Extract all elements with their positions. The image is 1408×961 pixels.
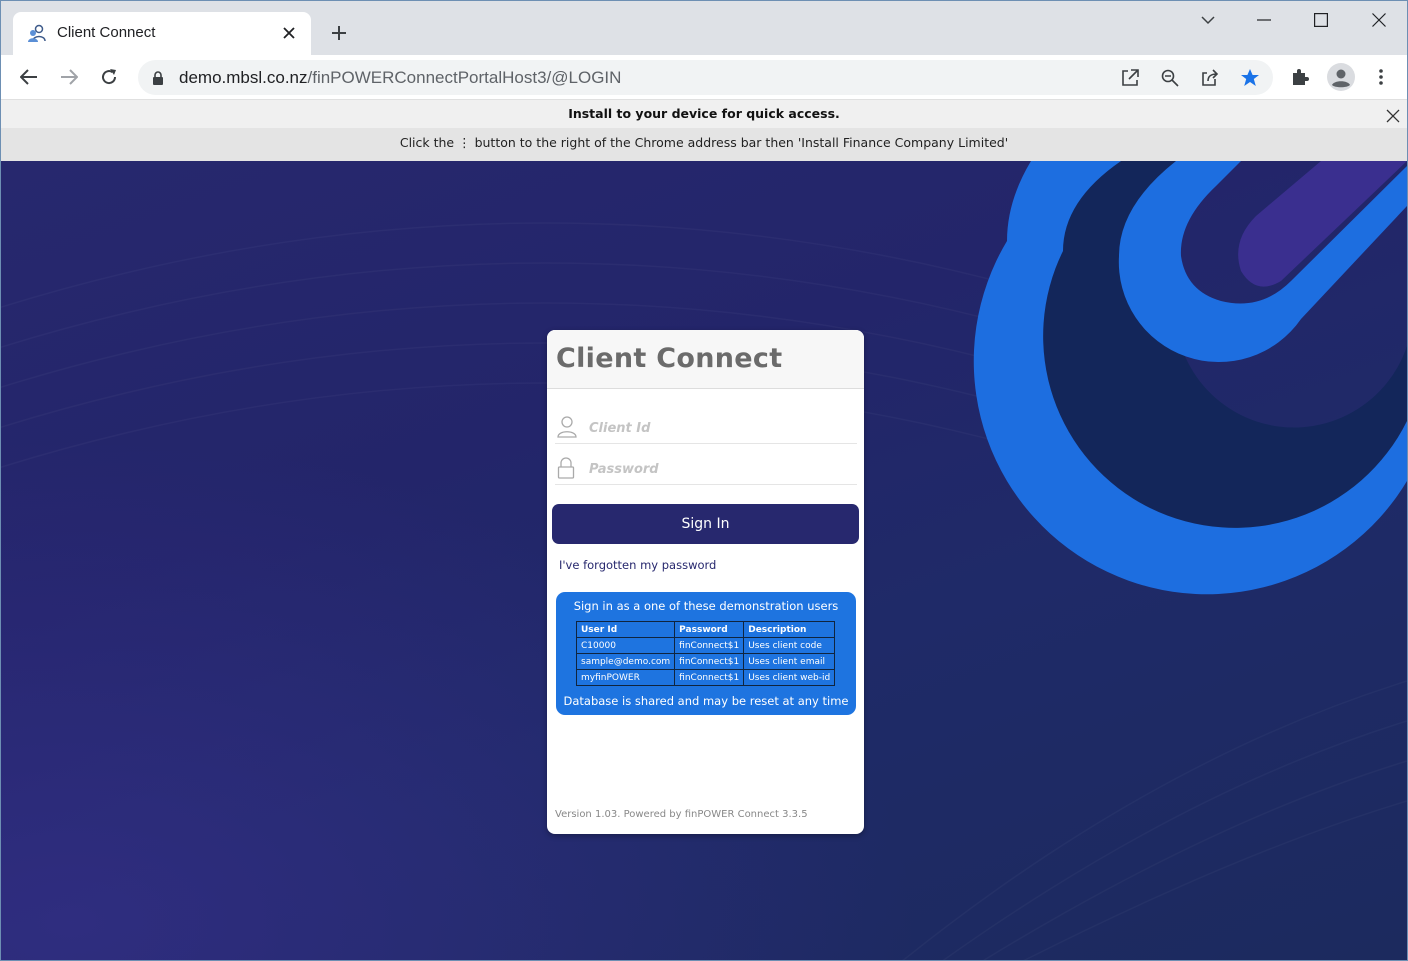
user-id-cell: C10000 (575, 637, 676, 654)
description-cell: Uses client web-id (743, 669, 836, 686)
table-header-row: User Id Password Description (575, 621, 836, 638)
password-cell: finConnect$1 (674, 653, 745, 670)
url-text[interactable]: demo.mbsl.co.nz/finPOWERConnectPortalHos… (179, 68, 621, 88)
password-input[interactable] (589, 457, 849, 481)
new-tab-icon[interactable] (327, 21, 351, 45)
install-instructions-bar: Click the ⋮ button to the right of the C… (1, 128, 1407, 161)
minimize-icon[interactable] (1249, 7, 1279, 33)
forward-arrow-icon[interactable] (55, 63, 83, 91)
url-host: demo.mbsl.co.nz (179, 68, 308, 87)
window-close-icon[interactable] (1364, 7, 1394, 33)
password-cell: finConnect$1 (674, 637, 745, 654)
banner-close-icon[interactable] (1385, 106, 1401, 123)
zoom-out-icon[interactable] (1158, 66, 1182, 90)
lock-icon[interactable] (152, 70, 164, 89)
tab-title: Client Connect (57, 24, 156, 41)
column-header: Description (743, 621, 836, 638)
favicon-icon (27, 23, 47, 43)
install-message: Install to your device for quick access. (568, 106, 840, 121)
version-text: Version 1.03. Powered by finPOWER Connec… (555, 809, 808, 820)
demo-users-table: User Id Password Description C10000 finC… (575, 621, 836, 686)
maximize-icon[interactable] (1306, 7, 1336, 33)
share-icon[interactable] (1198, 66, 1222, 90)
description-cell: Uses client email (743, 653, 836, 670)
reload-icon[interactable] (95, 63, 123, 91)
tab-client-connect[interactable]: Client Connect (13, 12, 311, 55)
card-header: Client Connect (547, 330, 864, 389)
page-title: Client Connect (556, 343, 783, 374)
back-arrow-icon[interactable] (15, 63, 43, 91)
table-row: myfinPOWER finConnect$1 Uses client web-… (575, 669, 836, 686)
description-cell: Uses client code (743, 637, 836, 654)
demo-users-panel: Sign in as a one of these demonstration … (556, 592, 856, 715)
password-field (555, 445, 857, 485)
tab-close-icon[interactable] (279, 23, 299, 43)
browser-window: Client Connect demo.mbsl.co.nz/finPOWERC… (0, 0, 1408, 961)
demo-panel-title: Sign in as a one of these demonstration … (573, 599, 839, 613)
tab-strip: Client Connect (1, 1, 1407, 55)
user-id-cell: sample@demo.com (575, 653, 676, 670)
chrome-menu-icon[interactable] (1367, 63, 1395, 91)
sign-in-button[interactable]: Sign In (552, 504, 859, 544)
login-card: Client Connect Sign In I've forgotten my… (547, 330, 864, 834)
page-background: Client Connect Sign In I've forgotten my… (1, 161, 1407, 960)
forgot-password-link[interactable]: I've forgotten my password (559, 558, 716, 572)
open-in-app-icon[interactable] (1118, 66, 1142, 90)
user-id-cell: myfinPOWER (575, 669, 676, 686)
user-icon (557, 416, 577, 438)
lock-icon (557, 457, 577, 479)
tab-search-chevron-icon[interactable] (1193, 7, 1223, 33)
table-row: sample@demo.com finConnect$1 Uses client… (575, 653, 836, 670)
table-row: C10000 finConnect$1 Uses client code (575, 637, 836, 654)
password-cell: finConnect$1 (674, 669, 745, 686)
browser-toolbar: demo.mbsl.co.nz/finPOWERConnectPortalHos… (1, 55, 1407, 100)
column-header: User Id (575, 621, 676, 638)
profile-avatar-icon[interactable] (1327, 63, 1355, 91)
install-banner: Install to your device for quick access. (1, 100, 1407, 128)
demo-panel-footer: Database is shared and may be reset at a… (563, 694, 849, 708)
client-id-field (555, 404, 857, 444)
client-id-input[interactable] (589, 416, 849, 440)
address-bar[interactable]: demo.mbsl.co.nz/finPOWERConnectPortalHos… (138, 60, 1273, 95)
bookmark-star-icon[interactable] (1238, 66, 1262, 90)
extensions-icon[interactable] (1286, 63, 1314, 91)
url-path: /finPOWERConnectPortalHost3/@LOGIN (307, 68, 622, 87)
install-instructions: Click the ⋮ button to the right of the C… (399, 135, 1009, 150)
column-header: Password (674, 621, 745, 638)
